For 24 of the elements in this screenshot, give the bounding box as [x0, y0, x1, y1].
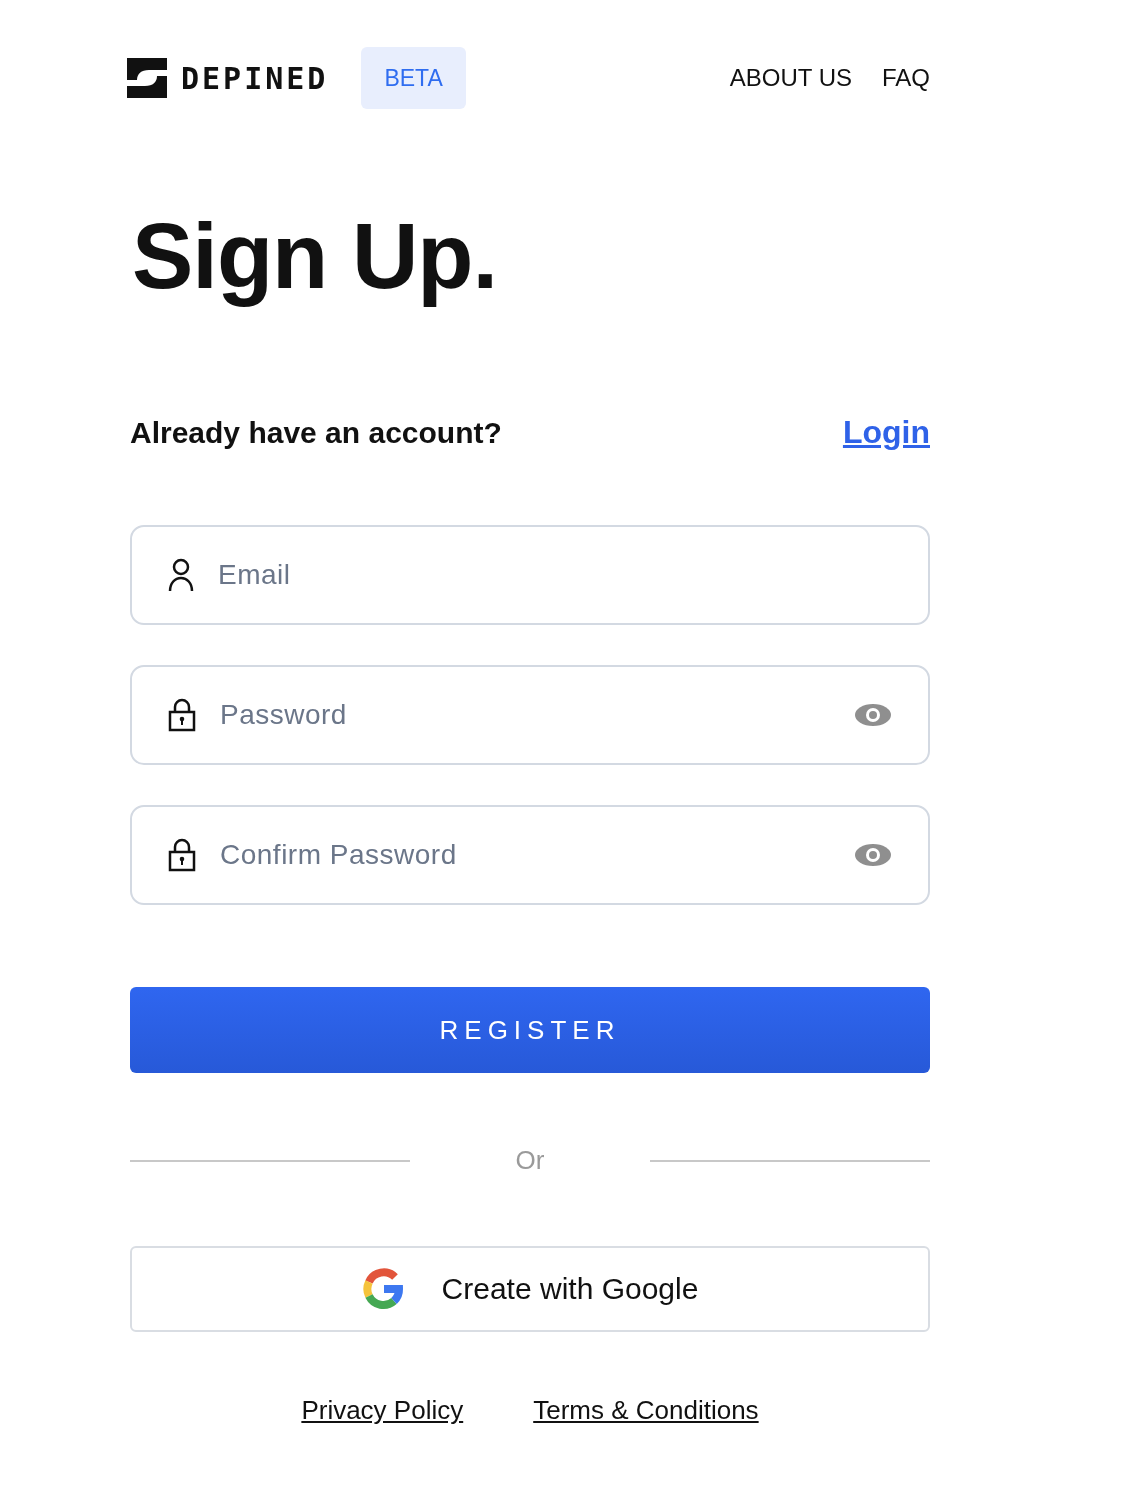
- page-title: Sign Up.: [132, 204, 498, 309]
- lock-icon: [168, 698, 196, 732]
- email-field[interactable]: Email: [130, 525, 930, 625]
- password-input[interactable]: Password: [218, 698, 832, 732]
- eye-icon[interactable]: [854, 703, 892, 727]
- user-icon: [168, 558, 194, 592]
- lock-icon: [168, 838, 196, 872]
- register-button[interactable]: REGISTER: [130, 987, 930, 1073]
- password-input[interactable]: Confirm Password: [218, 838, 832, 872]
- login-link[interactable]: Login: [842, 414, 930, 451]
- divider-text: Or: [514, 1145, 546, 1176]
- nav-link[interactable]: ABOUT US: [729, 64, 852, 92]
- footer-link[interactable]: Terms & Conditions: [533, 1395, 759, 1426]
- password-field[interactable]: Password: [130, 665, 930, 765]
- google-button[interactable]: Create with Google: [130, 1246, 930, 1332]
- footer-link[interactable]: Privacy Policy: [301, 1395, 464, 1426]
- beta-badge: BETA: [361, 47, 466, 109]
- nav-link[interactable]: FAQ: [882, 64, 930, 92]
- email-input[interactable]: Email: [216, 558, 892, 592]
- eye-icon[interactable]: [854, 843, 892, 867]
- logo-text: DEPINED: [181, 60, 329, 96]
- password-field[interactable]: Confirm Password: [130, 805, 930, 905]
- google-icon: [361, 1268, 404, 1310]
- account-prompt: Already have an account?: [130, 415, 502, 450]
